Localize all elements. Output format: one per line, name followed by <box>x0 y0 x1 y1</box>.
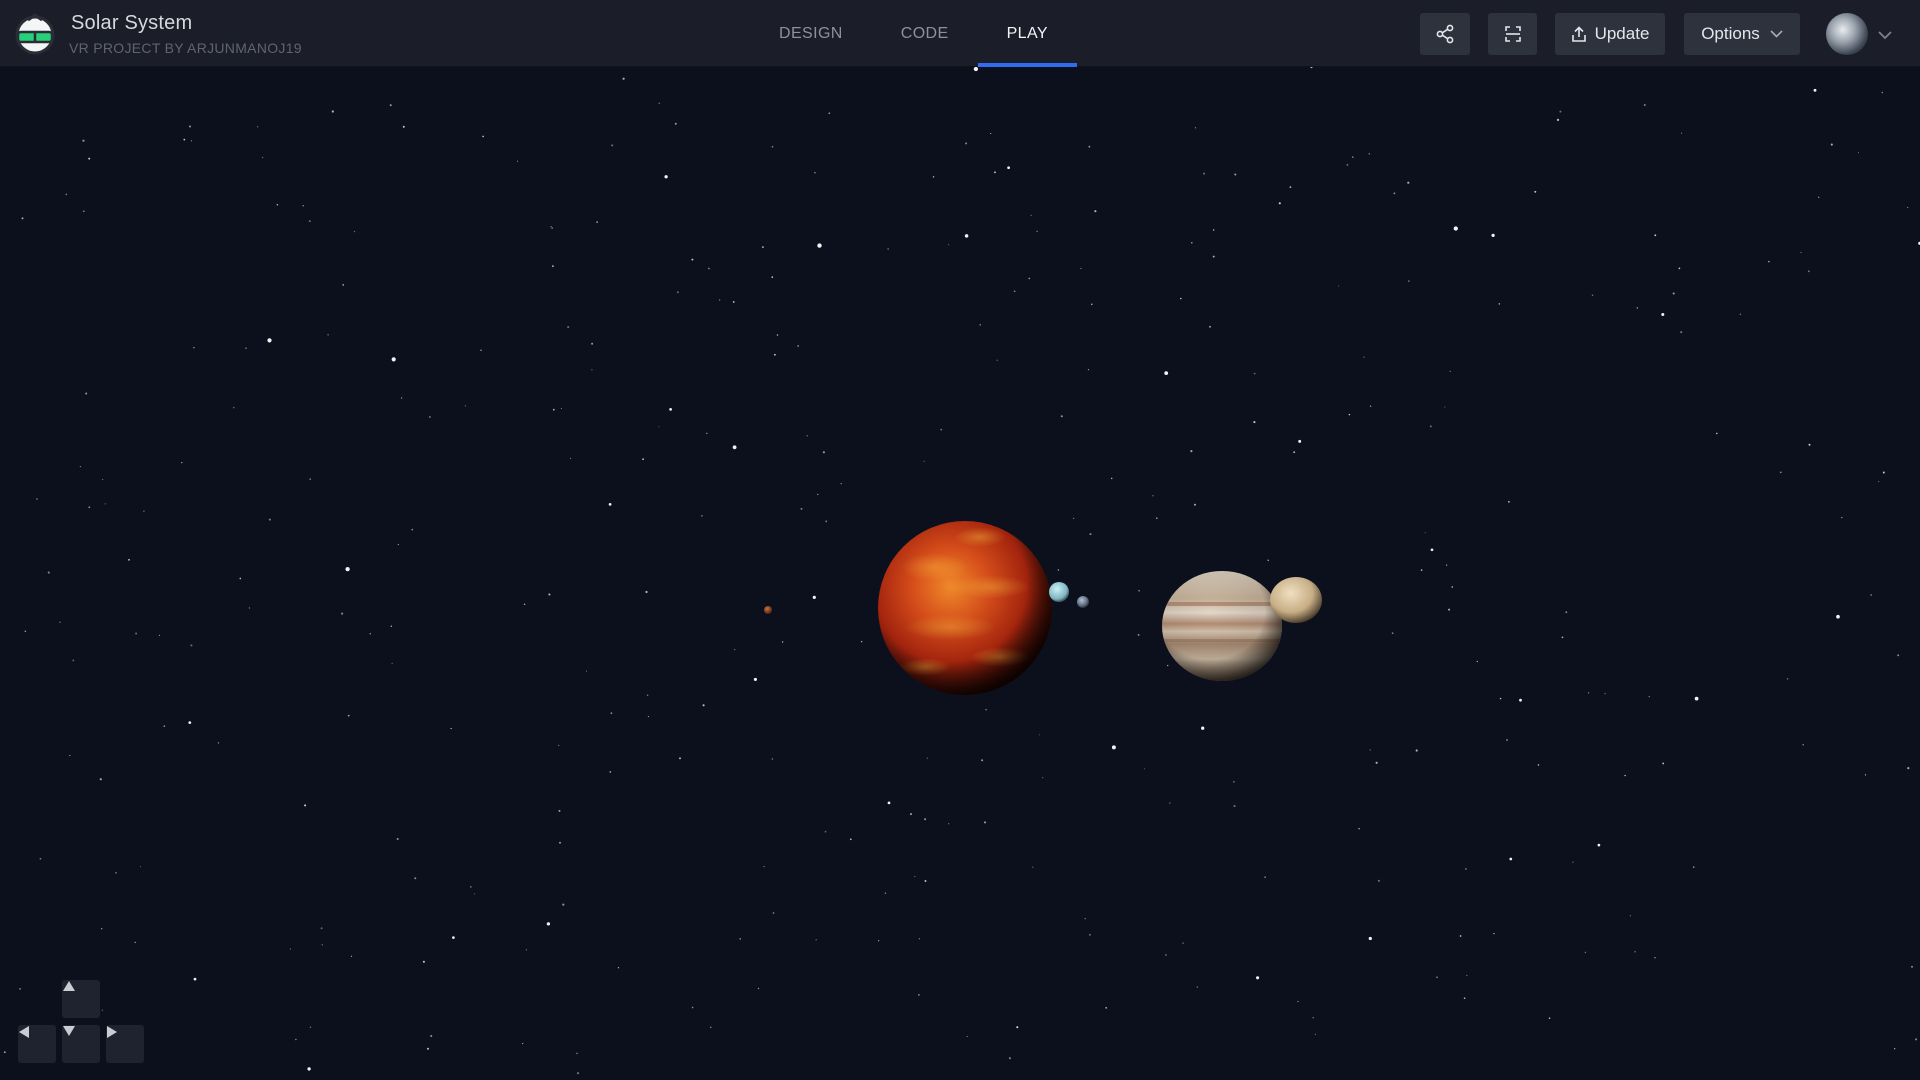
move-right-button[interactable] <box>106 1025 144 1063</box>
planet-jupiter <box>1162 571 1282 681</box>
planet-mars <box>764 606 772 614</box>
tab-code[interactable]: CODE <box>872 0 978 67</box>
share-button[interactable] <box>1420 13 1470 55</box>
vr-scene-canvas[interactable] <box>0 67 1920 1080</box>
update-label: Update <box>1594 24 1650 43</box>
move-down-button[interactable] <box>62 1025 100 1063</box>
top-bar: Solar System VR PROJECT BY ARJUNMANOJ19 … <box>0 0 1920 67</box>
planet-earth <box>1077 596 1089 608</box>
avatar-menu-chevron-icon[interactable] <box>1878 27 1892 45</box>
planet-saturn <box>1270 577 1322 623</box>
tab-play[interactable]: PLAY <box>977 0 1078 67</box>
user-avatar[interactable] <box>1826 13 1868 55</box>
options-label: Options <box>1701 24 1760 43</box>
planets-layer <box>764 521 1322 695</box>
vr-headset-logo-icon[interactable] <box>14 12 56 56</box>
fullscreen-button[interactable] <box>1488 13 1537 55</box>
options-button[interactable]: Options <box>1684 13 1800 55</box>
upload-icon <box>1571 25 1587 43</box>
sun <box>878 521 1052 695</box>
project-subtitle[interactable]: VR PROJECT BY ARJUNMANOJ19 <box>69 40 302 56</box>
mode-tabs: DESIGN CODE PLAY <box>750 0 1078 67</box>
move-left-button[interactable] <box>18 1025 56 1063</box>
move-up-button[interactable] <box>62 980 100 1018</box>
planet-uranus <box>1049 582 1069 602</box>
chevron-down-icon <box>1770 30 1783 38</box>
project-title: Solar System <box>71 12 193 34</box>
share-icon <box>1435 24 1455 44</box>
update-button[interactable]: Update <box>1555 13 1665 55</box>
fullscreen-icon <box>1503 24 1523 44</box>
tab-design[interactable]: DESIGN <box>750 0 872 67</box>
